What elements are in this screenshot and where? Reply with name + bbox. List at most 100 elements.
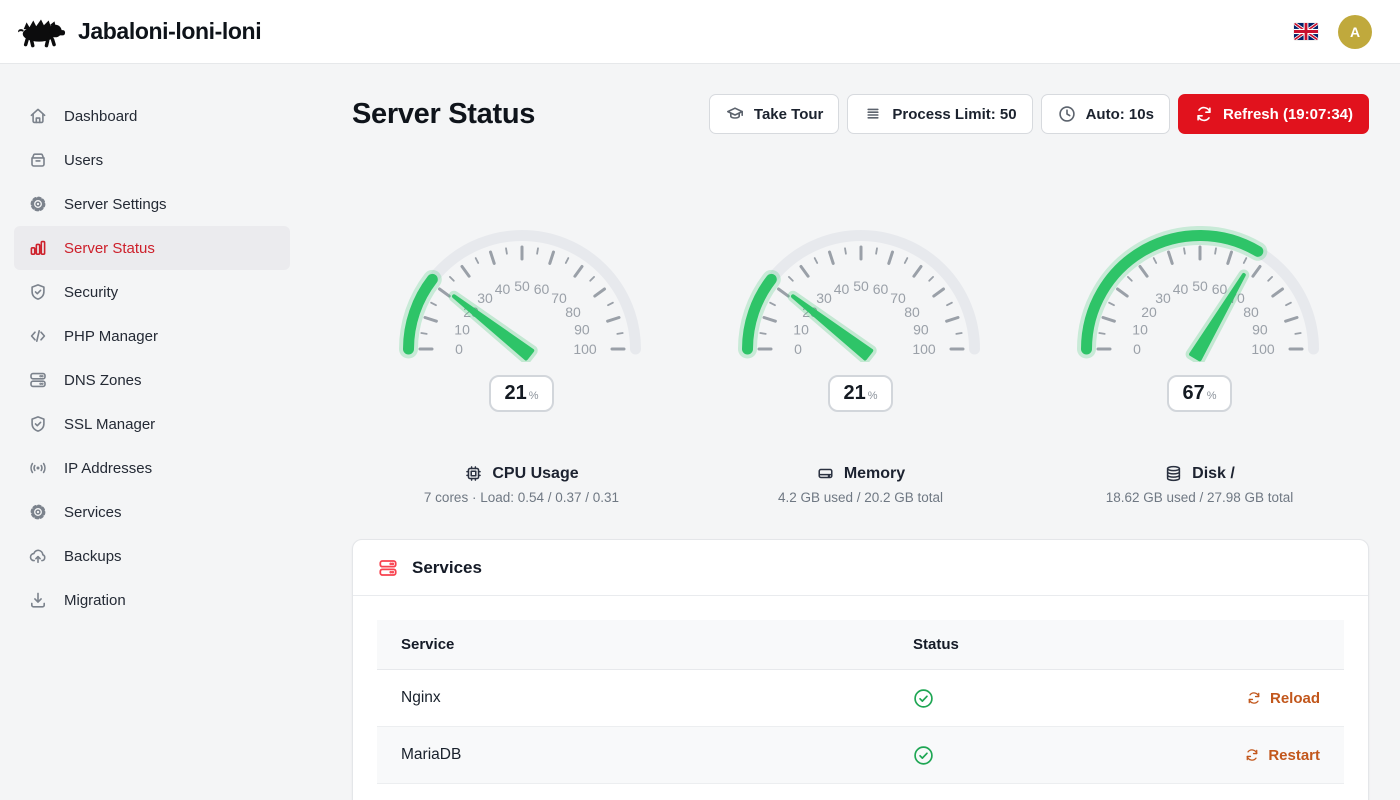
memory-icon <box>816 464 835 483</box>
server-stack-icon <box>28 370 48 390</box>
sidebar-item-ip-addresses[interactable]: IP Addresses <box>14 446 290 490</box>
gauge-value: 21 <box>843 382 865 405</box>
svg-text:30: 30 <box>477 290 493 306</box>
cloud-upload-icon <box>28 546 48 566</box>
gauges-row: 0102030405060708090100 21 % CPU Usage 7 … <box>352 226 1369 505</box>
gauge-value-pill: 21 % <box>828 375 892 412</box>
clock-icon <box>1057 104 1077 124</box>
svg-text:100: 100 <box>1251 341 1275 357</box>
column-header-status: Status <box>913 636 1344 653</box>
table-row <box>377 784 1344 800</box>
sidebar-item-label: PHP Manager <box>64 328 158 345</box>
status-ok-icon <box>913 688 934 709</box>
svg-text:80: 80 <box>904 304 920 320</box>
sidebar-item-server-status[interactable]: Server Status <box>14 226 290 270</box>
top-header: Jabaloni-loni-loni A <box>0 0 1400 64</box>
svg-text:10: 10 <box>793 322 809 338</box>
sidebar-item-users[interactable]: Users <box>14 138 290 182</box>
gear-icon <box>28 194 48 214</box>
svg-text:0: 0 <box>794 341 802 357</box>
code-icon <box>28 326 48 346</box>
sidebar-item-label: SSL Manager <box>64 416 155 433</box>
server-icon <box>377 557 399 579</box>
sidebar-item-security[interactable]: Security <box>14 270 290 314</box>
gauge-label: Disk / <box>1192 465 1235 483</box>
table-header-row: Service Status <box>377 620 1344 670</box>
sidebar-item-migration[interactable]: Migration <box>14 578 290 622</box>
auto-refresh-button[interactable]: Auto: 10s <box>1041 94 1170 134</box>
gauge-subtitle: 7 cores · Load: 0.54 / 0.37 / 0.31 <box>424 490 619 505</box>
take-tour-button[interactable]: Take Tour <box>709 94 839 134</box>
shield-check-icon <box>28 282 48 302</box>
svg-text:100: 100 <box>912 341 936 357</box>
brand-home-link[interactable]: Jabaloni-loni-loni <box>16 15 261 49</box>
service-action-label: Restart <box>1268 747 1320 764</box>
svg-text:10: 10 <box>1132 322 1148 338</box>
process-limit-button[interactable]: Process Limit: 50 <box>847 94 1032 134</box>
gauge-chart: 0102030405060708090100 <box>392 226 652 362</box>
sidebar-item-ssl-manager[interactable]: SSL Manager <box>14 402 290 446</box>
svg-text:50: 50 <box>1192 278 1208 294</box>
services-title: Services <box>412 558 482 578</box>
sidebar-item-server-settings[interactable]: Server Settings <box>14 182 290 226</box>
svg-text:20: 20 <box>1141 304 1157 320</box>
svg-text:80: 80 <box>565 304 581 320</box>
main-content: Server Status Take Tour Process Limit: 5… <box>304 64 1400 800</box>
archive-icon <box>28 150 48 170</box>
sidebar-item-backups[interactable]: Backups <box>14 534 290 578</box>
service-action-button[interactable]: Reload <box>1246 690 1344 707</box>
gauge-subtitle: 18.62 GB used / 27.98 GB total <box>1106 490 1294 505</box>
sidebar-item-label: Server Status <box>64 240 155 257</box>
reload-icon <box>1244 747 1260 763</box>
svg-text:60: 60 <box>872 281 888 297</box>
service-action-label: Reload <box>1270 690 1320 707</box>
sidebar: Dashboard Users Server Settings Server S… <box>0 64 304 800</box>
svg-text:0: 0 <box>1133 341 1141 357</box>
boar-logo-icon <box>16 15 66 49</box>
svg-text:50: 50 <box>514 278 530 294</box>
gauge-card: 0102030405060708090100 21 % CPU Usage 7 … <box>352 226 691 505</box>
gauge-card: 0102030405060708090100 67 % Disk / 18.62… <box>1030 226 1369 505</box>
gauge-card: 0102030405060708090100 21 % Memory 4.2 G… <box>691 226 1030 505</box>
sidebar-item-label: IP Addresses <box>64 460 152 477</box>
reload-icon <box>1246 690 1262 706</box>
services-table-body: Nginx Reload MariaDB Restart <box>377 670 1344 800</box>
sidebar-item-label: Server Settings <box>64 196 167 213</box>
uk-flag-language-button[interactable] <box>1294 23 1318 40</box>
svg-text:40: 40 <box>1172 281 1188 297</box>
home-icon <box>28 106 48 126</box>
sidebar-item-label: Migration <box>64 592 126 609</box>
table-row: MariaDB Restart <box>377 727 1344 784</box>
svg-text:40: 40 <box>494 281 510 297</box>
svg-text:50: 50 <box>853 278 869 294</box>
refresh-button[interactable]: Refresh (19:07:34) <box>1178 94 1369 134</box>
gauge-chart: 0102030405060708090100 <box>731 226 991 362</box>
gauge-label: Memory <box>844 465 905 483</box>
svg-text:60: 60 <box>533 281 549 297</box>
gauge-value-pill: 67 % <box>1167 375 1231 412</box>
sidebar-item-dashboard[interactable]: Dashboard <box>14 94 290 138</box>
brand-name: Jabaloni-loni-loni <box>78 18 261 45</box>
service-action-button[interactable]: Restart <box>1244 747 1344 764</box>
svg-text:30: 30 <box>1155 290 1171 306</box>
list-icon <box>863 104 883 124</box>
svg-text:90: 90 <box>913 322 929 338</box>
cpu-icon <box>464 464 483 483</box>
database-icon <box>1164 464 1183 483</box>
broadcast-icon <box>28 458 48 478</box>
status-ok-icon <box>913 745 934 766</box>
refresh-icon <box>1194 104 1214 124</box>
gauge-label: CPU Usage <box>492 465 578 483</box>
gauge-unit: % <box>868 390 878 402</box>
svg-text:0: 0 <box>455 341 463 357</box>
sidebar-item-services[interactable]: Services <box>14 490 290 534</box>
gauge-value-pill: 21 % <box>489 375 553 412</box>
sidebar-item-php-manager[interactable]: PHP Manager <box>14 314 290 358</box>
sidebar-item-label: Dashboard <box>64 108 137 125</box>
sidebar-item-dns-zones[interactable]: DNS Zones <box>14 358 290 402</box>
user-avatar[interactable]: A <box>1338 15 1372 49</box>
svg-text:40: 40 <box>833 281 849 297</box>
svg-text:30: 30 <box>816 290 832 306</box>
services-card: Services Service Status Nginx Reload <box>352 539 1369 800</box>
svg-text:10: 10 <box>454 322 470 338</box>
